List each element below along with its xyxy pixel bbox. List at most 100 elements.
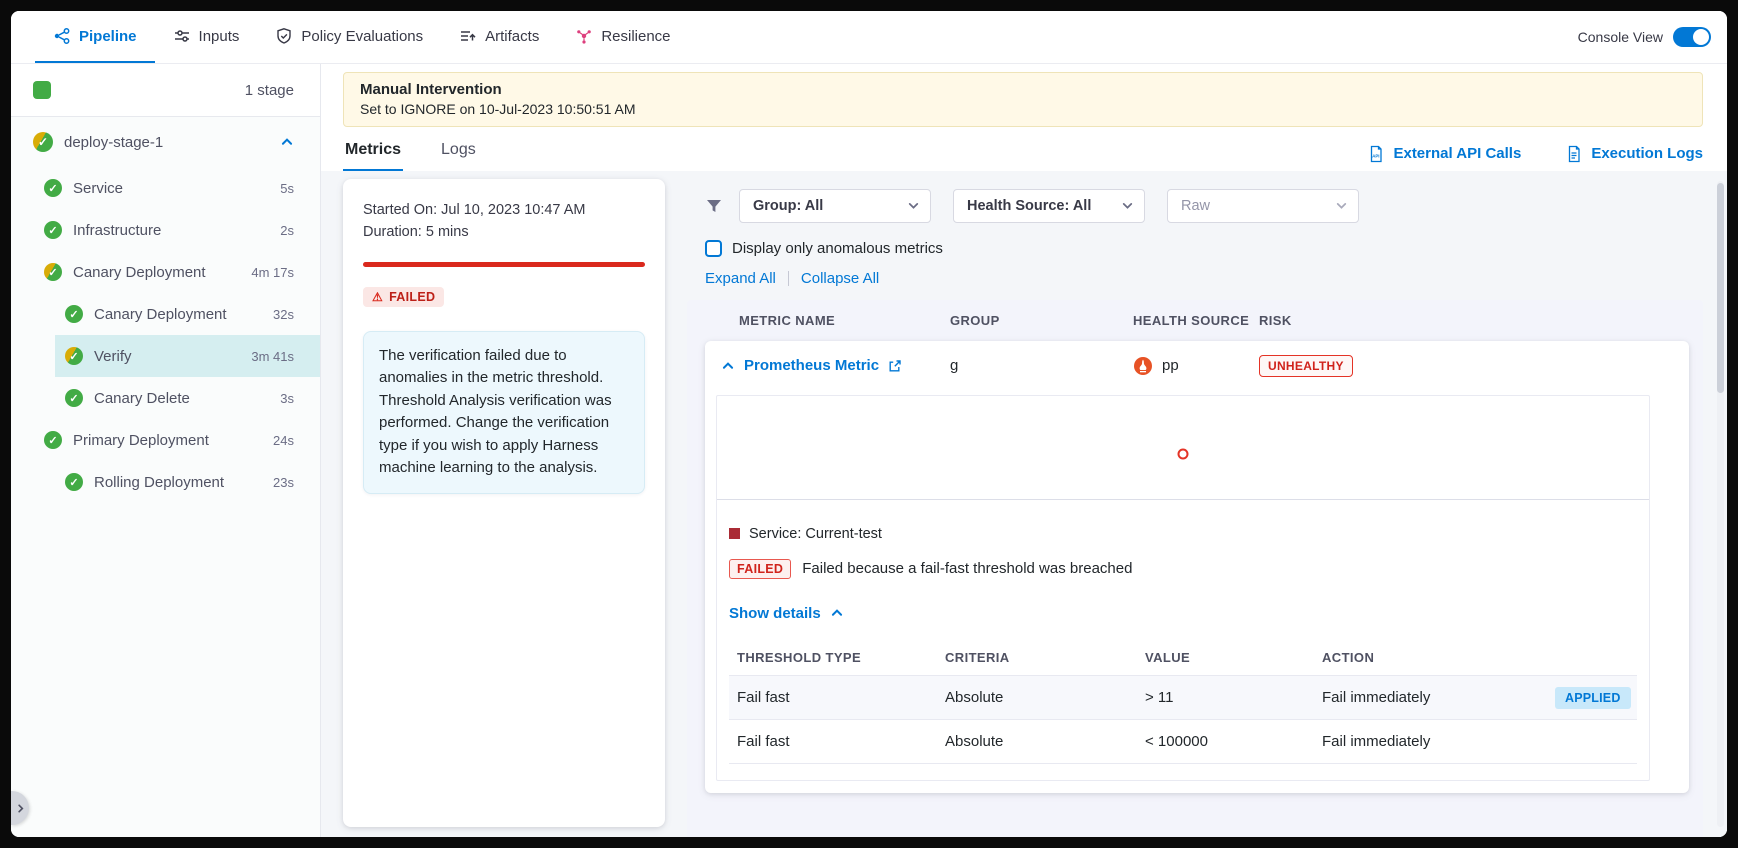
health-source-filter-dropdown[interactable]: Health Source: All — [953, 189, 1145, 223]
health-source-cell: pp — [1133, 356, 1259, 376]
collapse-all-link[interactable]: Collapse All — [801, 270, 879, 287]
tab-label: Pipeline — [79, 28, 137, 45]
threshold-row: Fail fastAbsolute< 100000Fail immediatel… — [729, 719, 1637, 763]
metric-row[interactable]: Prometheus Metric g — [705, 341, 1689, 391]
stage-count: 1 stage — [245, 82, 294, 99]
step-canary-deployment[interactable]: ✓Canary Deployment32s — [55, 293, 320, 335]
step-duration: 2s — [280, 223, 294, 238]
step-service[interactable]: ✓Service5s — [11, 167, 320, 209]
checkbox-label: Display only anomalous metrics — [732, 240, 943, 257]
prometheus-icon — [1133, 356, 1153, 376]
tab-label: Policy Evaluations — [301, 28, 423, 45]
collapse-chevron-up-icon[interactable] — [721, 359, 735, 373]
inputs-icon — [173, 27, 191, 45]
divider — [788, 271, 789, 286]
stage-deploy-stage-1[interactable]: ✓ deploy-stage-1 — [11, 117, 320, 167]
stage-name: deploy-stage-1 — [64, 134, 163, 151]
metrics-table-header: METRIC NAME GROUP HEALTH SOURCE RISK — [705, 313, 1689, 328]
filter-row: Group: All Health Source: All — [705, 189, 1703, 223]
metric-name-cell: Prometheus Metric — [721, 357, 950, 374]
step-label: Rolling Deployment — [94, 474, 224, 491]
tab-policy-evaluations[interactable]: Policy Evaluations — [257, 11, 441, 63]
prometheus-metric-link[interactable]: Prometheus Metric — [744, 357, 879, 374]
chevron-up-icon[interactable] — [280, 135, 294, 149]
legend-label: Service: Current-test — [749, 526, 882, 542]
threshold-type-value: Fail fast — [729, 689, 945, 706]
tab-label: Resilience — [601, 28, 670, 45]
failure-reason-row: FAILED Failed because a fail-fast thresh… — [729, 559, 1649, 579]
tab-artifacts[interactable]: Artifacts — [441, 11, 557, 63]
artifacts-icon — [459, 27, 477, 45]
chevron-down-icon — [1121, 199, 1134, 212]
value-value: > 11 — [1145, 689, 1322, 706]
tab-label: Logs — [441, 141, 476, 158]
step-duration: 3m 41s — [251, 349, 294, 364]
status-label: FAILED — [389, 290, 435, 304]
step-label: Service — [73, 180, 123, 197]
step-canary-delete[interactable]: ✓Canary Delete3s — [55, 377, 320, 419]
threshold-details-table: THRESHOLD TYPE CRITERIA VALUE ACTION Fai… — [729, 641, 1637, 764]
started-on-text: Started On: Jul 10, 2023 10:47 AM — [363, 199, 645, 221]
tab-metrics[interactable]: Metrics — [343, 135, 403, 171]
step-duration: 3s — [280, 391, 294, 406]
tab-pipeline[interactable]: Pipeline — [35, 11, 155, 63]
filter-funnel-icon[interactable] — [705, 197, 723, 215]
scrollbar-thumb[interactable] — [1717, 183, 1724, 393]
banner-message: Set to IGNORE on 10-Jul-2023 10:50:51 AM — [360, 100, 1686, 120]
dropdown-value: Group: All — [753, 198, 823, 214]
execution-logs-link[interactable]: Execution Logs — [1565, 145, 1703, 163]
chevron-down-icon — [907, 199, 920, 212]
step-canary-deployment[interactable]: ✓Canary Deployment4m 17s — [11, 251, 320, 293]
col-action: ACTION — [1322, 650, 1555, 665]
nav-tabs: Pipeline Inputs — [35, 11, 689, 63]
dropdown-value: Health Source: All — [967, 198, 1091, 214]
main-panel: Manual Intervention Set to IGNORE on 10-… — [321, 64, 1727, 837]
success-warning-icon: ✓ — [65, 347, 83, 365]
step-duration: 23s — [273, 475, 294, 490]
criteria-value: Absolute — [945, 733, 1145, 750]
metric-row-card: Prometheus Metric g — [705, 341, 1689, 793]
col-risk: RISK — [1259, 313, 1689, 328]
content-area: Started On: Jul 10, 2023 10:47 AM Durati… — [321, 171, 1727, 837]
metric-chart — [717, 396, 1649, 500]
anomalous-metrics-filter[interactable]: Display only anomalous metrics — [705, 240, 1703, 257]
pipeline-icon — [53, 27, 71, 45]
col-health-source: HEALTH SOURCE — [1133, 313, 1259, 328]
metric-detail-panel: Service: Current-test FAILED Failed beca… — [716, 395, 1650, 781]
step-label: Canary Delete — [94, 390, 190, 407]
verification-message-box: The verification failed due to anomalies… — [363, 331, 645, 494]
step-label: Infrastructure — [73, 222, 161, 239]
step-primary-deployment[interactable]: ✓Primary Deployment24s — [11, 419, 320, 461]
anomalous-data-point[interactable] — [1178, 449, 1189, 460]
console-view-control: Console View — [1578, 27, 1711, 47]
tab-logs[interactable]: Logs — [439, 135, 478, 171]
tab-resilience[interactable]: Resilience — [557, 11, 688, 63]
show-details-label: Show details — [729, 605, 821, 622]
raw-filter-dropdown[interactable]: Raw — [1167, 189, 1359, 223]
step-infrastructure[interactable]: ✓Infrastructure2s — [11, 209, 320, 251]
expand-all-link[interactable]: Expand All — [705, 270, 776, 287]
tab-inputs[interactable]: Inputs — [155, 11, 258, 63]
value-value: < 100000 — [1145, 733, 1322, 750]
health-source-value: pp — [1162, 357, 1179, 374]
step-verify[interactable]: ✓Verify3m 41s — [55, 335, 320, 377]
show-details-link[interactable]: Show details — [729, 605, 844, 622]
step-list: ✓Service5s ✓ Infrastructure 2s ✓Canary Deplo… — [11, 167, 320, 503]
link-label: External API Calls — [1393, 145, 1521, 162]
threshold-rows: Fail fastAbsolute> 11Fail immediatelyAPP… — [729, 675, 1637, 764]
step-duration: 24s — [273, 433, 294, 448]
applied-badge: APPLIED — [1555, 687, 1631, 709]
duration-text: Duration: 5 mins — [363, 221, 645, 243]
anomalous-metrics-checkbox[interactable] — [705, 240, 722, 257]
threshold-row: Fail fastAbsolute> 11Fail immediatelyAPP… — [729, 675, 1637, 719]
verification-status-badge: ⚠ FAILED — [363, 287, 444, 307]
step-rolling-deployment[interactable]: ✓Rolling Deployment23s — [55, 461, 320, 503]
external-api-calls-link[interactable]: API External API Calls — [1367, 145, 1521, 163]
console-view-toggle[interactable] — [1673, 27, 1711, 47]
stage-summary-row: 1 stage — [11, 64, 320, 117]
external-link-icon[interactable] — [888, 359, 902, 373]
stage-status-icon: ✓ — [33, 132, 53, 152]
group-filter-dropdown[interactable]: Group: All — [739, 189, 931, 223]
vertical-scrollbar[interactable] — [1717, 181, 1724, 827]
header-links: API External API Calls — [1367, 145, 1703, 171]
